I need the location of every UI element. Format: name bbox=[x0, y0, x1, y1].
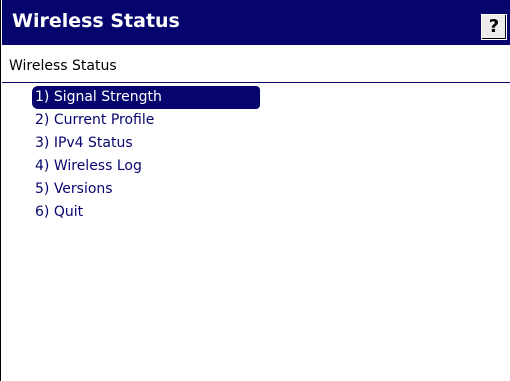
wireless-status-window: Wireless Status ? Wireless Status 1) Sig… bbox=[0, 0, 510, 381]
menu-item-signal-strength[interactable]: 1) Signal Strength bbox=[32, 86, 260, 109]
menu-item-wireless-log[interactable]: 4) Wireless Log bbox=[32, 155, 272, 178]
page-subtitle: Wireless Status bbox=[9, 58, 117, 74]
help-button[interactable]: ? bbox=[481, 14, 507, 40]
window-title: Wireless Status bbox=[12, 10, 180, 32]
menu-item-versions[interactable]: 5) Versions bbox=[32, 178, 272, 201]
menu-item-ipv4-status[interactable]: 3) IPv4 Status bbox=[32, 132, 272, 155]
title-bar: Wireless Status ? bbox=[2, 0, 510, 45]
divider bbox=[2, 82, 510, 83]
main-menu: 1) Signal Strength 2) Current Profile 3)… bbox=[32, 86, 272, 224]
menu-item-quit[interactable]: 6) Quit bbox=[32, 201, 272, 224]
menu-item-current-profile[interactable]: 2) Current Profile bbox=[32, 109, 272, 132]
